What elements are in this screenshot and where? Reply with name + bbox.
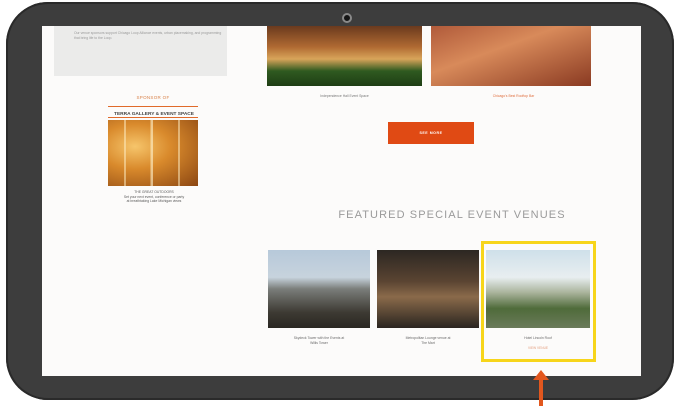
- sponsor-label: SPONSOR OF: [136, 95, 170, 100]
- venue-caption[interactable]: Skydeck Tower with the Events at Willis …: [268, 336, 370, 345]
- venue-caption[interactable]: Metropolitan Lounge venue at The Mart: [377, 336, 479, 345]
- venue-image-rooftop[interactable]: [431, 26, 591, 86]
- sponsor-image[interactable]: [108, 120, 198, 186]
- sponsor-name: TERRA GALLERY & EVENT SPACE: [114, 112, 194, 117]
- venue-caption-link[interactable]: Chicago's Best Rooftop Bar: [466, 94, 561, 98]
- venue-image-skydeck[interactable]: [268, 250, 370, 328]
- sponsor-caption: THE GREAT OUTDOORS Set your next event, …: [123, 190, 185, 204]
- venue-image-lounge[interactable]: [377, 250, 479, 328]
- see-more-button[interactable]: SEE MORE: [388, 122, 474, 144]
- webcam-icon: [342, 13, 352, 23]
- divider: [108, 117, 198, 118]
- venue-caption[interactable]: Independence Hall Event Space: [297, 94, 392, 98]
- sidebar-intro-box: Our venue sponsors support Chicago Loop …: [54, 26, 227, 76]
- sidebar-intro-text: Our venue sponsors support Chicago Loop …: [74, 31, 222, 40]
- venue-image-independence[interactable]: [267, 26, 422, 86]
- arrow-shaft: [539, 379, 543, 406]
- divider: [108, 106, 198, 107]
- section-heading: FEATURED SPECIAL EVENT VENUES: [338, 209, 566, 221]
- highlight-box: [481, 241, 596, 362]
